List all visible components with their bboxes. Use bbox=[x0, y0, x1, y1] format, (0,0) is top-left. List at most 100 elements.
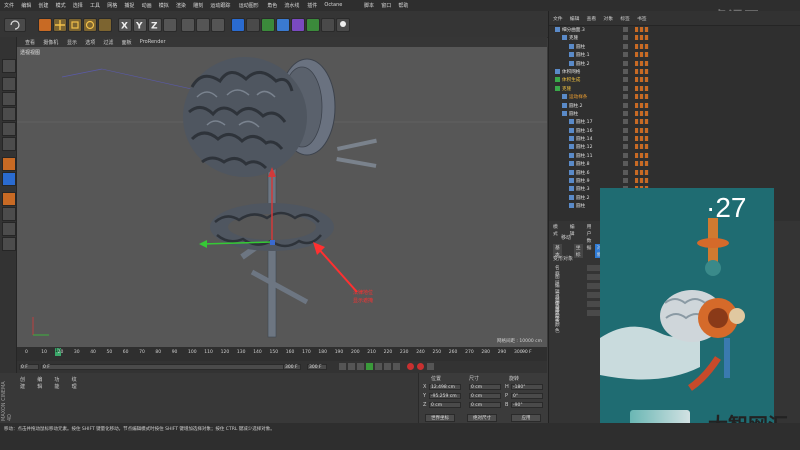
visibility-toggle[interactable] bbox=[623, 77, 628, 83]
menu-item[interactable]: 动画 bbox=[142, 2, 152, 9]
menu-item[interactable]: 捕捉 bbox=[124, 2, 134, 9]
loop-start-field[interactable]: 0 F bbox=[41, 364, 291, 370]
object-row[interactable]: 圆柱.2 bbox=[549, 60, 800, 68]
viewport-menu-item[interactable]: 面板 bbox=[122, 39, 132, 46]
attribute-value-field[interactable] bbox=[587, 265, 601, 271]
play-icon[interactable] bbox=[366, 363, 373, 370]
size-mode-dropdown[interactable]: 绝对尺寸 bbox=[467, 414, 497, 422]
polygons-mode-icon[interactable] bbox=[2, 137, 16, 151]
render-view-icon[interactable] bbox=[181, 18, 195, 32]
object-row[interactable]: 体积生成 bbox=[549, 76, 800, 84]
menu-item[interactable]: 文件 bbox=[4, 2, 14, 9]
x-axis-icon[interactable]: X bbox=[118, 18, 132, 32]
recent-tool-icon[interactable] bbox=[98, 18, 112, 32]
viewport-menu-item[interactable]: 摄像机 bbox=[43, 39, 58, 46]
keyframe-icon[interactable] bbox=[427, 363, 434, 370]
autokey-icon[interactable] bbox=[417, 363, 424, 370]
object-row[interactable]: 圆柱.14 bbox=[549, 135, 800, 143]
camera-icon[interactable] bbox=[321, 18, 335, 32]
attribute-value-field[interactable] bbox=[587, 292, 601, 298]
material-tab[interactable]: 创建 bbox=[20, 376, 25, 390]
next-key-icon[interactable] bbox=[384, 363, 391, 370]
prev-key-icon[interactable] bbox=[348, 363, 355, 370]
menu-item[interactable]: 工具 bbox=[90, 2, 100, 9]
rotate-icon[interactable] bbox=[83, 18, 97, 32]
attribute-value-field[interactable] bbox=[587, 310, 601, 316]
menu-item[interactable]: 流水线 bbox=[284, 2, 299, 9]
coord-size-field[interactable]: 0 cm bbox=[469, 393, 501, 399]
object-menu-item[interactable]: 标签 bbox=[620, 15, 630, 22]
texture-mode-icon[interactable] bbox=[2, 92, 16, 106]
object-row[interactable]: 圆柱.17 bbox=[549, 118, 800, 126]
attribute-value-field[interactable] bbox=[587, 283, 601, 289]
coord-system-dropdown[interactable]: 世界坐标 bbox=[425, 414, 455, 422]
visibility-toggle[interactable] bbox=[623, 68, 628, 74]
object-row[interactable]: 圆柱.6 bbox=[549, 169, 800, 177]
points-mode-icon[interactable] bbox=[2, 107, 16, 121]
object-menu-item[interactable]: 查看 bbox=[587, 15, 597, 22]
material-tab[interactable]: 纹理 bbox=[72, 376, 77, 390]
apply-button[interactable]: 应用 bbox=[511, 414, 541, 422]
menu-item[interactable]: 运动图形 bbox=[239, 2, 259, 9]
deformer-icon[interactable] bbox=[291, 18, 305, 32]
render-settings-icon[interactable] bbox=[211, 18, 225, 32]
go-start-icon[interactable] bbox=[339, 363, 346, 370]
light-icon[interactable] bbox=[336, 18, 350, 32]
pen-icon[interactable] bbox=[246, 18, 260, 32]
coord-size-field[interactable]: 0 cm bbox=[469, 384, 501, 390]
object-row[interactable]: 圆柱.8 bbox=[549, 160, 800, 168]
object-row[interactable]: 运动样条 bbox=[549, 93, 800, 101]
tweak-icon[interactable] bbox=[2, 172, 16, 186]
attribute-tab[interactable]: 坐标 bbox=[573, 244, 583, 258]
object-row[interactable]: 圆柱.1 bbox=[549, 51, 800, 59]
object-row[interactable]: 克隆 bbox=[549, 85, 800, 93]
visibility-toggle[interactable] bbox=[623, 161, 628, 167]
loop-end-field[interactable]: 300 F bbox=[283, 364, 301, 370]
menu-item[interactable]: 插件 bbox=[307, 2, 317, 9]
visibility-toggle[interactable] bbox=[623, 152, 628, 158]
attribute-menu-item[interactable]: 模式 bbox=[553, 223, 558, 237]
object-row[interactable]: 圆柱.9 bbox=[549, 177, 800, 185]
object-menu-item[interactable]: 编辑 bbox=[570, 15, 580, 22]
visibility-toggle[interactable] bbox=[623, 169, 628, 175]
menu-item[interactable]: 选择 bbox=[73, 2, 83, 9]
object-menu-item[interactable]: 对象 bbox=[603, 15, 613, 22]
scene-icon[interactable] bbox=[306, 18, 320, 32]
y-axis-icon[interactable]: Y bbox=[133, 18, 147, 32]
menu-item[interactable]: 脚本 bbox=[364, 2, 374, 9]
object-menu-item[interactable]: 文件 bbox=[553, 15, 563, 22]
menu-item[interactable]: 渲染 bbox=[176, 2, 186, 9]
coord-rotation-field[interactable]: -180° bbox=[511, 384, 543, 390]
object-row[interactable]: 克隆 bbox=[549, 34, 800, 42]
timeline[interactable]: 10 90 F 0 10 20 30 40 50 60 70 80 90 100 110 120 130 1… bbox=[17, 347, 547, 361]
visibility-toggle[interactable] bbox=[623, 136, 628, 142]
coord-position-field[interactable]: -95.259 cm bbox=[429, 393, 461, 399]
visibility-toggle[interactable] bbox=[623, 178, 628, 184]
undo-icon[interactable] bbox=[4, 18, 26, 32]
material-tab[interactable]: 功能 bbox=[54, 376, 59, 390]
menu-item[interactable]: Octane bbox=[324, 2, 342, 8]
enable-axis-icon[interactable] bbox=[2, 157, 16, 171]
model-mode-icon[interactable] bbox=[2, 77, 16, 91]
coord-size-field[interactable]: 0 cm bbox=[469, 402, 501, 408]
scale-icon[interactable] bbox=[68, 18, 82, 32]
move-icon[interactable] bbox=[53, 18, 67, 32]
visibility-toggle[interactable] bbox=[623, 144, 628, 150]
object-row[interactable]: 圆柱.11 bbox=[549, 152, 800, 160]
coord-position-field[interactable]: 0 cm bbox=[429, 402, 461, 408]
attribute-value-field[interactable] bbox=[587, 274, 601, 280]
scene-canvas[interactable] bbox=[17, 47, 547, 347]
visibility-toggle[interactable] bbox=[623, 102, 628, 108]
coord-rotation-field[interactable]: 0° bbox=[511, 393, 543, 399]
record-icon[interactable] bbox=[407, 363, 414, 370]
viewport-menu-item[interactable]: 查看 bbox=[25, 39, 35, 46]
object-row[interactable]: 圆柱.2 bbox=[549, 102, 800, 110]
coord-rotation-field[interactable]: -90° bbox=[511, 402, 543, 408]
visibility-toggle[interactable] bbox=[623, 43, 628, 49]
object-row[interactable]: 圆柱 bbox=[549, 110, 800, 118]
object-menu-item[interactable]: 书签 bbox=[637, 15, 647, 22]
viewport-menu-item[interactable]: 显示 bbox=[67, 39, 77, 46]
cloner-icon[interactable] bbox=[276, 18, 290, 32]
lock-workplane-icon[interactable] bbox=[2, 222, 16, 236]
object-row[interactable]: 圆柱.12 bbox=[549, 143, 800, 151]
